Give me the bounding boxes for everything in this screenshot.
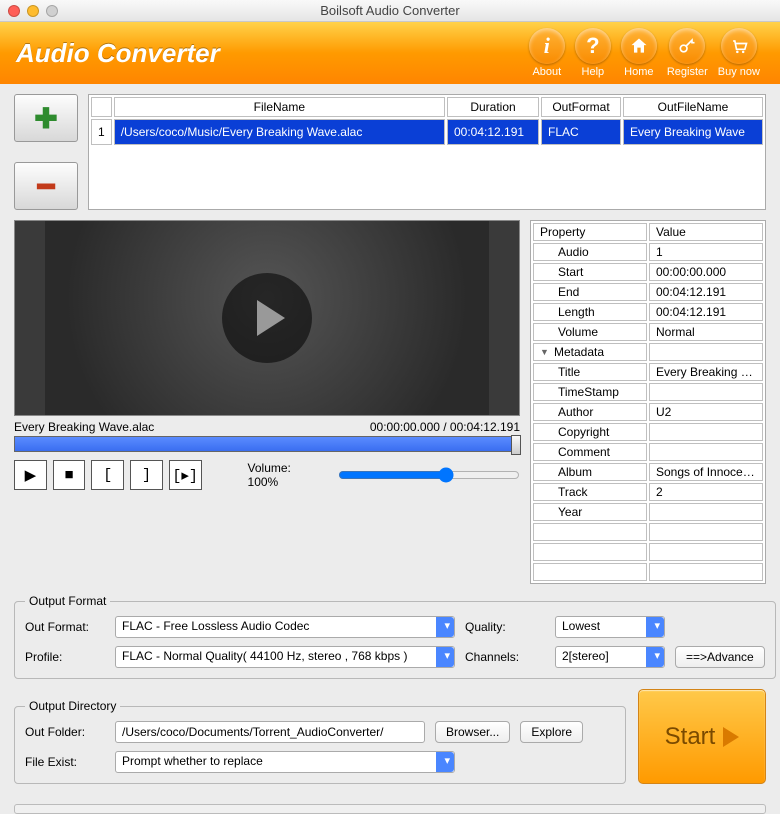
- file-list-table[interactable]: FileName Duration OutFormat OutFileName …: [88, 94, 766, 210]
- mark-in-button[interactable]: [: [91, 460, 124, 490]
- volume-label: Volume: 100%: [248, 461, 322, 489]
- info-icon: i: [529, 28, 565, 64]
- seek-slider[interactable]: [14, 436, 520, 452]
- home-icon: [621, 28, 657, 64]
- minimize-window-button[interactable]: [27, 5, 39, 17]
- zoom-window-button: [46, 5, 58, 17]
- output-directory-group: Output Directory Out Folder: Browser... …: [14, 699, 626, 784]
- output-format-group: Output Format Out Format: FLAC - Free Lo…: [14, 594, 776, 679]
- help-button[interactable]: ? Help: [575, 28, 611, 78]
- properties-table[interactable]: PropertyValue Audio1 Start00:00:00.000 E…: [530, 220, 766, 584]
- close-window-button[interactable]: [8, 5, 20, 17]
- current-file-label: Every Breaking Wave.alac: [14, 420, 154, 434]
- stop-button[interactable]: ■: [53, 460, 86, 490]
- question-icon: ?: [575, 28, 611, 64]
- cart-icon: [721, 28, 757, 64]
- quality-select[interactable]: Lowest: [555, 616, 665, 638]
- jump-end-button[interactable]: [▸]: [169, 460, 202, 490]
- volume-slider[interactable]: [338, 467, 520, 483]
- titlebar: Boilsoft Audio Converter: [0, 0, 780, 22]
- add-file-button[interactable]: ✚: [14, 94, 78, 142]
- table-row[interactable]: 1 /Users/coco/Music/Every Breaking Wave.…: [91, 119, 763, 145]
- remove-file-button[interactable]: ━: [14, 162, 78, 210]
- progress-bar: [14, 804, 766, 814]
- out-folder-input[interactable]: [115, 721, 425, 743]
- browser-button[interactable]: Browser...: [435, 721, 510, 743]
- seek-thumb[interactable]: [511, 435, 521, 455]
- key-icon: [669, 28, 705, 64]
- col-outformat: OutFormat: [541, 97, 621, 117]
- about-button[interactable]: i About: [529, 28, 565, 78]
- col-outfilename: OutFileName: [623, 97, 763, 117]
- file-exist-select[interactable]: Prompt whether to replace: [115, 751, 455, 773]
- preview-area: [14, 220, 520, 416]
- col-duration: Duration: [447, 97, 539, 117]
- window-title: Boilsoft Audio Converter: [320, 3, 459, 18]
- buy-now-button[interactable]: Buy now: [718, 28, 760, 78]
- channels-select[interactable]: 2[stereo]: [555, 646, 665, 668]
- explore-button[interactable]: Explore: [520, 721, 583, 743]
- col-filename: FileName: [114, 97, 445, 117]
- home-button[interactable]: Home: [621, 28, 657, 78]
- app-header: Audio Converter i About ? Help Home Regi…: [0, 22, 780, 84]
- mark-out-button[interactable]: ]: [130, 460, 163, 490]
- play-overlay-button[interactable]: [222, 273, 312, 363]
- profile-select[interactable]: FLAC - Normal Quality( 44100 Hz, stereo …: [115, 646, 455, 668]
- out-format-select[interactable]: FLAC - Free Lossless Audio Codec: [115, 616, 455, 638]
- time-display: 00:00:00.000 / 00:04:12.191: [370, 420, 520, 434]
- advance-button[interactable]: ==>Advance: [675, 646, 765, 668]
- app-title: Audio Converter: [16, 38, 220, 69]
- register-button[interactable]: Register: [667, 28, 708, 78]
- play-button[interactable]: ▶: [14, 460, 47, 490]
- start-button[interactable]: Start: [638, 689, 766, 784]
